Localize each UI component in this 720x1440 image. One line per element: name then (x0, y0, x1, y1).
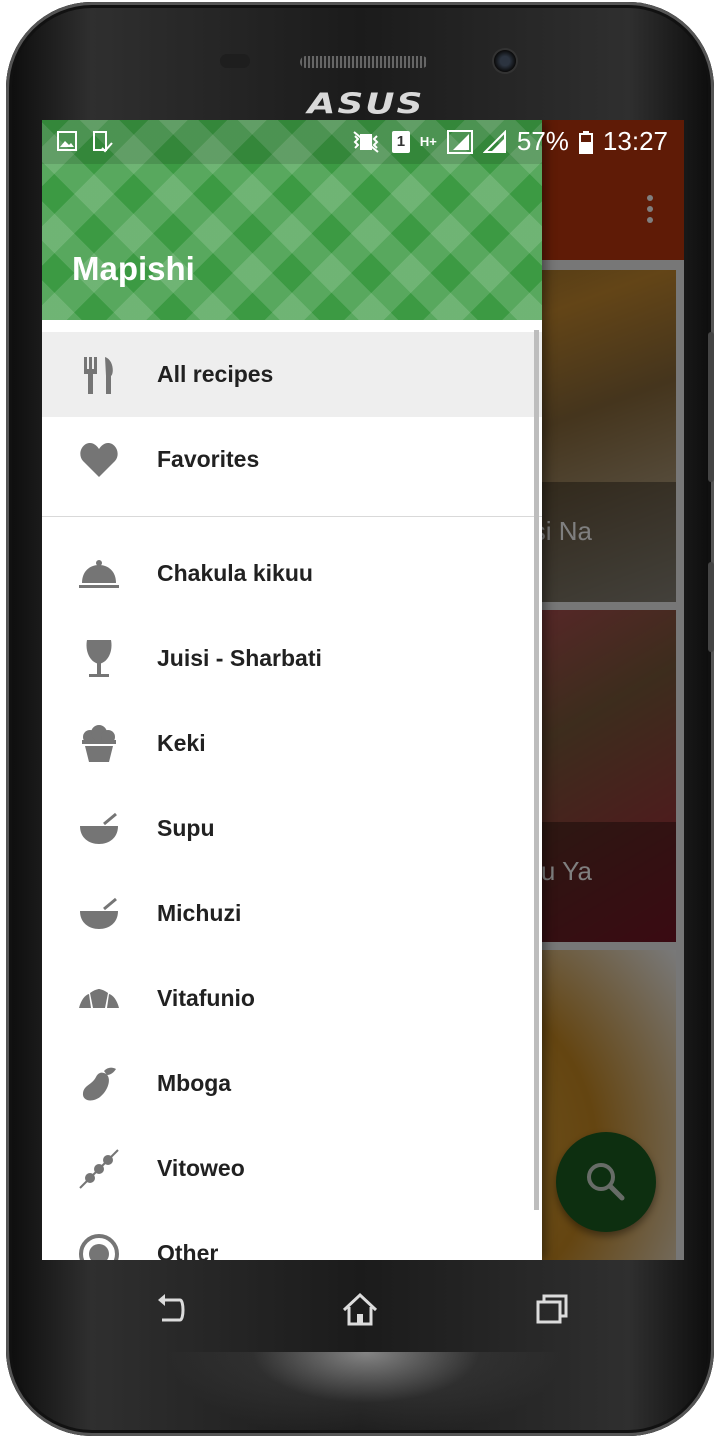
drawer-scrollbar[interactable] (534, 330, 539, 1210)
cloche-icon (79, 560, 119, 588)
device-check-notification-icon (93, 131, 113, 153)
menu-item-supu[interactable]: Supu (42, 786, 542, 871)
menu-item-label: All recipes (157, 361, 274, 387)
menu-item-label: Juisi - Sharbati (157, 645, 322, 671)
bottom-bezel-shine (166, 1352, 566, 1436)
soup-bowl-icon (80, 897, 118, 929)
recent-apps-key-icon[interactable] (532, 1290, 572, 1330)
soup-bowl-icon (80, 812, 118, 844)
phone-frame: ASUS asi Na avu Ya Mapis (6, 2, 714, 1436)
menu-item-juisi-sharbati[interactable]: Juisi - Sharbati (42, 616, 542, 701)
brand-logo: ASUS (307, 88, 425, 121)
menu-item-chakula-kikuu[interactable]: Chakula kikuu (42, 531, 542, 616)
menu-item-favorites[interactable]: Favorites (42, 417, 542, 502)
menu-item-michuzi[interactable]: Michuzi (42, 871, 542, 956)
screen: asi Na avu Ya Mapishi (42, 120, 684, 1260)
kebab-icon (79, 1149, 119, 1189)
drawer-title: Mapishi (72, 250, 195, 287)
home-key-icon[interactable] (340, 1290, 380, 1330)
menu-item-all-recipes[interactable]: All recipes (42, 332, 542, 417)
menu-item-vitoweo[interactable]: Vitoweo (42, 1126, 542, 1211)
wine-glass-icon (86, 640, 112, 677)
menu-item-label: Michuzi (157, 900, 242, 926)
back-key-icon[interactable] (150, 1290, 190, 1330)
earpiece-speaker (300, 56, 428, 68)
sim-slot-badge: 1 (391, 130, 410, 153)
navigation-drawer: Mapishi All recipes Favorites Chakula ki… (42, 120, 542, 1260)
proximity-sensor (220, 54, 250, 68)
signal-strength-icon (482, 129, 506, 153)
croissant-icon (79, 989, 119, 1008)
battery-percent: 57% (516, 126, 569, 156)
menu-item-label: Favorites (157, 446, 260, 472)
network-type-label: H+ (419, 134, 437, 149)
menu-item-other[interactable]: Other (42, 1211, 542, 1260)
menu-item-label: Keki (157, 730, 206, 756)
menu-item-label: Other (157, 1240, 219, 1260)
clock: 13:27 (602, 126, 668, 156)
gallery-notification-icon (57, 131, 77, 151)
front-camera (494, 50, 516, 72)
menu-divider (42, 516, 542, 517)
drawer-menu: All recipes Favorites Chakula kikuu Juis… (42, 332, 542, 1260)
heart-icon (80, 443, 118, 477)
vibrate-mute-icon (353, 130, 379, 153)
menu-item-keki[interactable]: Keki (42, 701, 542, 786)
battery-icon (578, 130, 593, 154)
menu-item-label: Supu (157, 815, 215, 841)
cupcake-icon (82, 725, 116, 762)
menu-item-label: Mboga (157, 1070, 232, 1096)
menu-item-vitafunio[interactable]: Vitafunio (42, 956, 542, 1041)
eggplant-icon (82, 1067, 116, 1101)
menu-item-label: Vitoweo (157, 1155, 245, 1181)
power-button (708, 562, 714, 652)
plate-icon (79, 1234, 119, 1260)
menu-item-label: Chakula kikuu (157, 560, 313, 586)
fork-knife-icon (84, 357, 113, 394)
menu-item-mboga[interactable]: Mboga (42, 1041, 542, 1126)
status-bar: 1 H+ 57% 13:27 (42, 120, 684, 164)
hardware-keys (6, 1272, 714, 1362)
menu-item-label: Vitafunio (157, 985, 255, 1011)
volume-button (708, 332, 714, 482)
signal-strength-icon (446, 129, 473, 154)
